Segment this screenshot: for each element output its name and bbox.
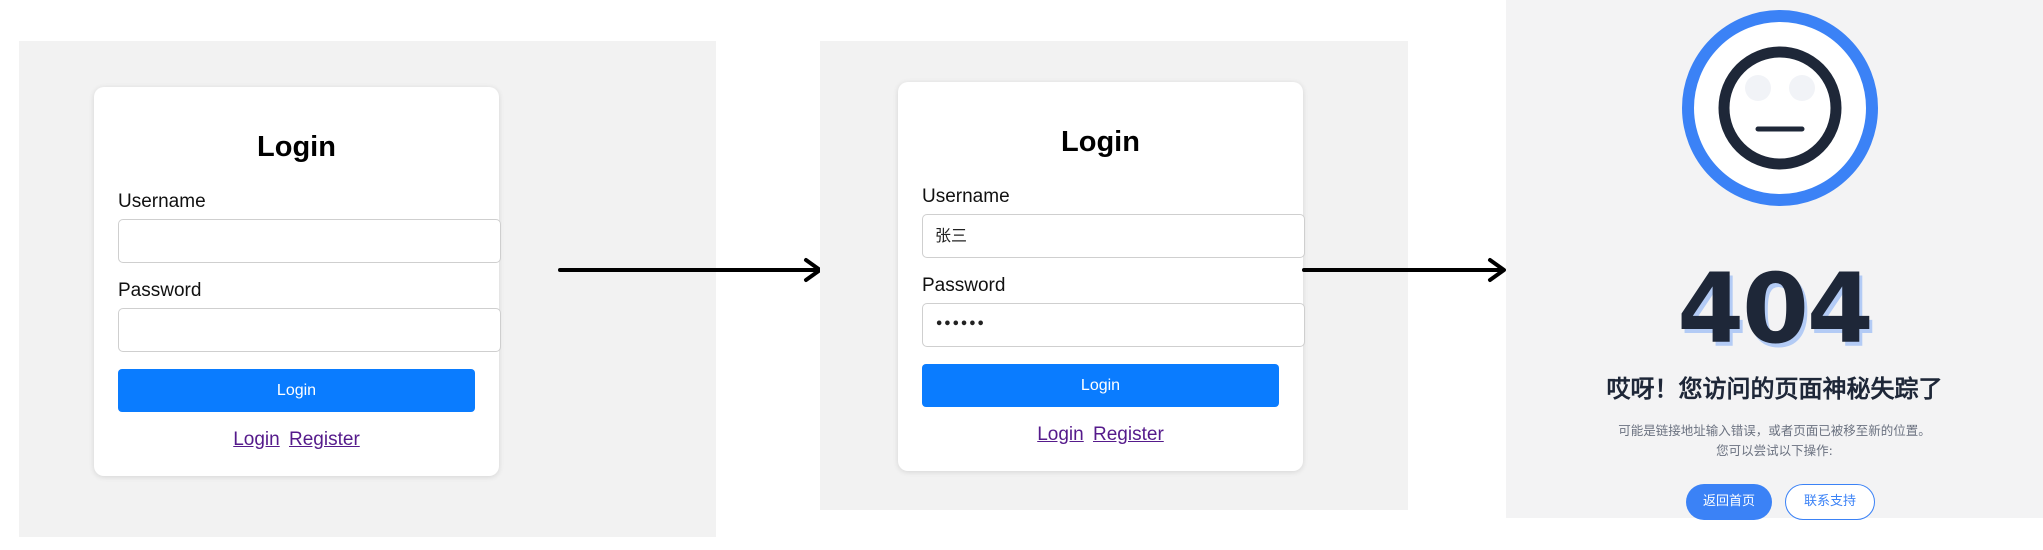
step2-login-button[interactable]: Login [922, 364, 1279, 407]
step1-username-input[interactable] [118, 219, 501, 263]
arrow-right-icon [1302, 258, 1506, 282]
step1-username-label: Username [118, 191, 206, 212]
error-description-line2: 您可以尝试以下操作: [1716, 443, 1833, 458]
step1-login-link[interactable]: Login [233, 429, 280, 450]
step2-username-label: Username [922, 186, 1010, 207]
error-description-line1: 可能是链接地址输入错误，或者页面已被移至新的位置。 [1618, 423, 1931, 438]
step2-password-input[interactable]: •••••• [922, 303, 1305, 347]
contact-support-button[interactable]: 联系支持 [1785, 484, 1875, 520]
step1-register-link[interactable]: Register [289, 429, 360, 450]
step2-login-link[interactable]: Login [1037, 424, 1084, 445]
neutral-face-icon [1682, 10, 1878, 206]
step2-links: Login Register [898, 424, 1303, 446]
error-404-page: 404 哎呀！您访问的页面神秘失踪了 可能是链接地址输入错误，或者页面已被移至新… [1506, 0, 2043, 518]
step2-login-title: Login [1061, 126, 1140, 158]
error-headline: 哎呀！您访问的页面神秘失踪了 [1606, 375, 1943, 403]
step1-links: Login Register [94, 429, 499, 451]
step1-login-button[interactable]: Login [118, 369, 475, 412]
step1-password-input[interactable] [118, 308, 501, 352]
step2-password-label: Password [922, 275, 1006, 296]
step2-register-link[interactable]: Register [1093, 424, 1164, 445]
arrow-right-icon [558, 258, 822, 282]
error-code: 404 [1677, 253, 1873, 365]
step1-login-title: Login [257, 131, 336, 163]
step2-username-input[interactable]: 张三 [922, 214, 1305, 258]
step1-password-label: Password [118, 280, 202, 301]
step1-login-card: Login Username Password Login Login Regi… [94, 87, 501, 476]
step2-login-card: Login Username 张三 Password •••••• Login … [898, 82, 1305, 471]
home-button[interactable]: 返回首页 [1686, 484, 1772, 520]
